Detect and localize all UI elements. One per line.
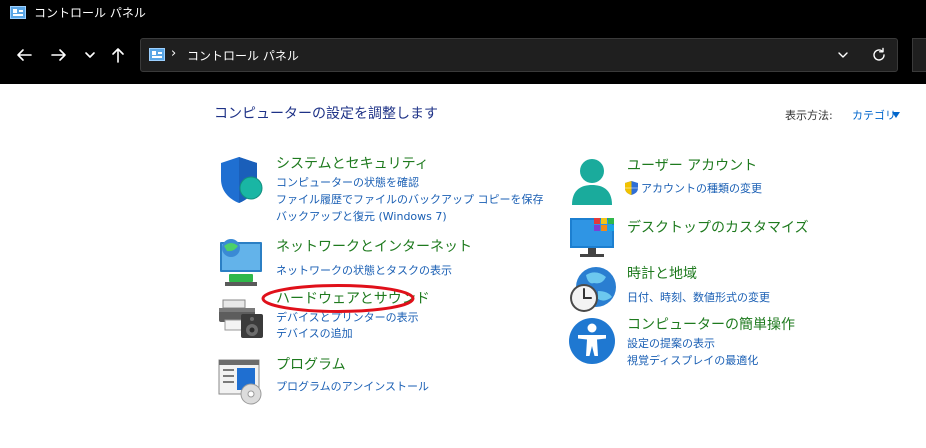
- clock-globe-icon: [570, 267, 616, 312]
- title-bar: コントロール パネル: [0, 0, 926, 26]
- control-panel-icon: [149, 48, 165, 61]
- up-arrow-icon: [112, 48, 124, 63]
- task-link[interactable]: プログラムのアンインストール: [276, 380, 429, 394]
- forward-button[interactable]: [47, 43, 71, 67]
- category-title[interactable]: プログラム: [276, 356, 346, 374]
- category-title[interactable]: デスクトップのカスタマイズ: [627, 219, 809, 237]
- chevron-down-icon: [85, 52, 95, 58]
- task-link[interactable]: バックアップと復元 (Windows 7): [276, 210, 447, 224]
- refresh-icon[interactable]: [871, 47, 887, 63]
- network-icon: [220, 239, 262, 286]
- breadcrumb-separator[interactable]: ›: [171, 46, 176, 61]
- page-title: コンピューターの設定を調整します: [214, 106, 438, 122]
- back-button[interactable]: [12, 43, 36, 67]
- task-link[interactable]: 視覚ディスプレイの最適化: [627, 354, 758, 368]
- task-link[interactable]: 日付、時刻、数値形式の変更: [627, 291, 770, 305]
- uac-shield-icon: [625, 181, 638, 195]
- desktop-icon: [570, 218, 614, 257]
- view-by-label: 表示方法:: [785, 109, 833, 122]
- shield-icon: [221, 157, 263, 203]
- recent-locations-button[interactable]: [78, 43, 102, 67]
- program-icon: [218, 359, 262, 405]
- category-title[interactable]: コンピューターの簡単操作: [627, 316, 795, 334]
- task-link[interactable]: コンピューターの状態を確認: [276, 176, 419, 190]
- chevron-down-icon[interactable]: [835, 47, 851, 63]
- task-link[interactable]: アカウントの種類の変更: [641, 182, 762, 196]
- back-arrow-icon: [17, 49, 32, 61]
- up-button[interactable]: [106, 43, 130, 67]
- highlight-annotation: [261, 284, 415, 313]
- forward-arrow-icon: [51, 49, 66, 61]
- category-title[interactable]: ネットワークとインターネット: [276, 238, 472, 256]
- task-link[interactable]: ファイル履歴でファイルのバックアップ コピーを保存: [276, 193, 544, 207]
- category-title[interactable]: システムとセキュリティ: [276, 155, 429, 173]
- view-by-dropdown[interactable]: カテゴリ: [852, 107, 896, 123]
- category-title[interactable]: 時計と地域: [627, 265, 697, 283]
- search-box[interactable]: [912, 38, 926, 72]
- task-link[interactable]: 設定の提案の表示: [627, 337, 715, 351]
- accessibility-icon: [569, 318, 615, 364]
- task-link[interactable]: デバイスの追加: [276, 327, 353, 341]
- chevron-down-icon[interactable]: [892, 112, 900, 118]
- category-title[interactable]: ユーザー アカウント: [627, 157, 757, 175]
- user-icon: [572, 159, 612, 205]
- window-title: コントロール パネル: [34, 6, 146, 20]
- navigation-bar: › コントロール パネル: [0, 26, 926, 84]
- address-bar[interactable]: › コントロール パネル: [140, 38, 898, 72]
- task-link[interactable]: ネットワークの状態とタスクの表示: [276, 264, 452, 278]
- control-panel-icon: [10, 6, 26, 19]
- breadcrumb[interactable]: コントロール パネル: [187, 47, 299, 64]
